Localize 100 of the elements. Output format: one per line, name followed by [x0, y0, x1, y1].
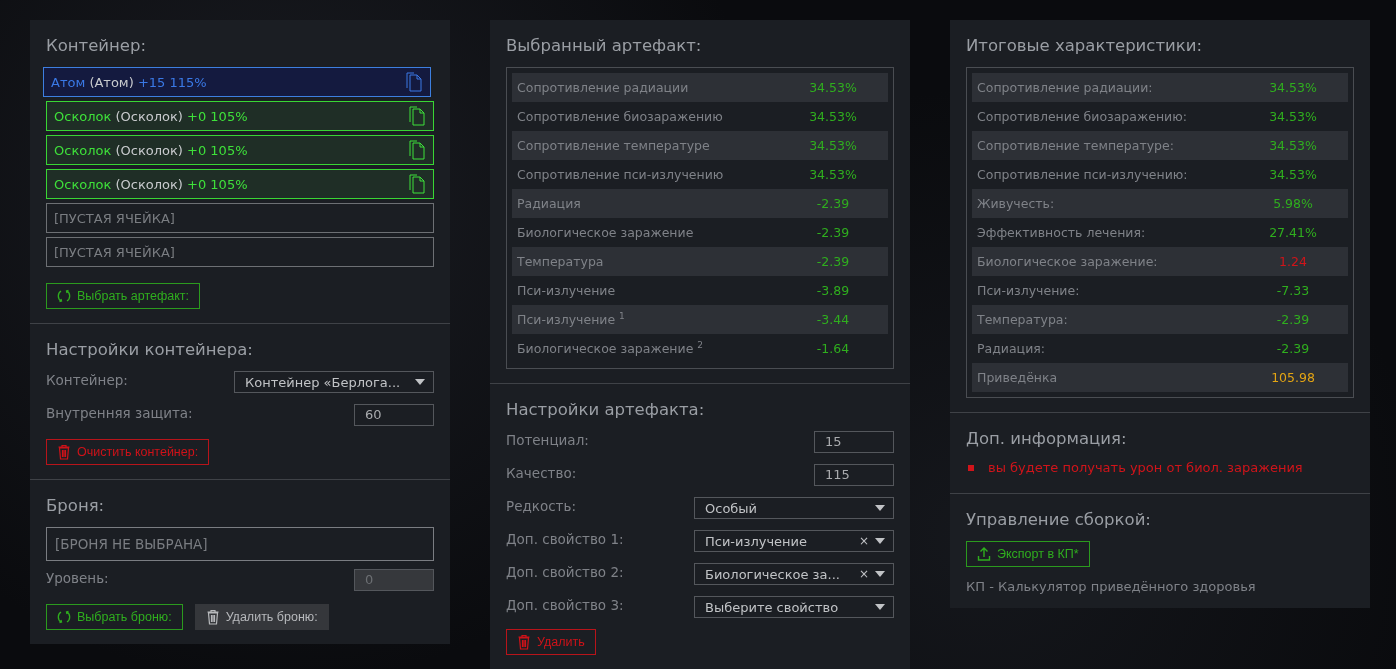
- artifact-slot[interactable]: Осколок (Осколок) +0 105%: [46, 169, 434, 199]
- stat-label: Живучесть:: [976, 196, 1056, 211]
- caret-icon: [875, 571, 885, 577]
- upload-icon: [977, 546, 991, 562]
- dropdown[interactable]: Особый: [694, 497, 894, 519]
- trash-icon: [517, 634, 531, 650]
- stat-value: 34.53%: [808, 138, 858, 153]
- stat-value: -2.39: [815, 254, 851, 269]
- section-title: Контейнер:: [46, 36, 148, 55]
- stat-label: Сопротивление биозаражению:: [976, 109, 1188, 124]
- stat-label: Сопротивление радиации:: [976, 80, 1154, 95]
- artifact-slot[interactable]: Осколок (Осколок) +0 105%: [46, 135, 434, 165]
- remove-button[interactable]: Удалить броню:: [194, 604, 329, 630]
- stat-label: Температура:: [976, 312, 1069, 327]
- stat-label: Приведёнка: [976, 370, 1059, 385]
- footnote: КП - Калькулятор приведённого здоровья: [966, 579, 1257, 594]
- stat-label: Биологическое заражение: [516, 225, 695, 240]
- stat-label: Сопротивление биозаражению: [516, 109, 724, 124]
- section-title: Настройки артефакта:: [506, 400, 706, 419]
- stat-value: 1.24: [1278, 254, 1308, 269]
- slot-label: Осколок (Осколок) +0 105%: [54, 176, 248, 192]
- dropdown[interactable]: Контейнер «Берлога...: [234, 371, 434, 393]
- stat-value: 105.98: [1270, 370, 1316, 385]
- field-label: Доп. свойство 2:: [506, 563, 624, 580]
- field-label: Контейнер:: [46, 371, 128, 388]
- stat-label: Пси-излучение: [516, 283, 617, 298]
- caret-icon: [875, 604, 885, 610]
- stat-value: -2.39: [815, 196, 851, 211]
- number-field[interactable]: 15: [814, 431, 894, 453]
- section-title: Выбранный артефакт:: [506, 36, 703, 55]
- stat-label: Сопротивление температуре:: [976, 138, 1175, 153]
- export-button[interactable]: Экспорт в КП*: [966, 541, 1090, 567]
- stat-value: -2.39: [815, 225, 851, 240]
- stat-label: Сопротивление радиации: [516, 80, 690, 95]
- section-title: Броня:: [46, 496, 106, 515]
- clear-button[interactable]: ×: [858, 567, 869, 581]
- select-button[interactable]: Выбрать артефакт:: [46, 283, 201, 309]
- stat-value: 34.53%: [808, 109, 858, 124]
- info-text: вы будете получать урон от биол. заражения: [988, 460, 1303, 475]
- stat-value: -1.64: [815, 341, 851, 356]
- copy-icon[interactable]: [407, 139, 427, 161]
- trash-icon: [57, 444, 71, 460]
- stat-label: Пси-излучение $^{1}$: [516, 311, 626, 328]
- caret-icon: [875, 505, 885, 511]
- stat-value: 34.53%: [1268, 109, 1318, 124]
- copy-icon[interactable]: [407, 173, 427, 195]
- field-label: Внутренняя защита:: [46, 404, 193, 421]
- stat-value: 34.53%: [1268, 167, 1318, 182]
- empty-slot[interactable]: [ПУСТАЯ ЯЧЕЙКА]: [46, 203, 434, 233]
- caret-icon: [875, 538, 885, 544]
- armor-slot[interactable]: [БРОНЯ НЕ ВЫБРАНА]: [46, 527, 434, 561]
- stat-label: Биологическое заражение:: [976, 254, 1159, 269]
- slot-label: Осколок (Осколок) +0 105%: [54, 142, 248, 158]
- trash-icon: [205, 609, 220, 625]
- dropdown[interactable]: Пси-излучение ×: [694, 530, 894, 552]
- copy-icon[interactable]: [404, 71, 424, 93]
- refresh-icon: [57, 288, 71, 304]
- stat-value: -3.44: [815, 312, 851, 327]
- empty-slot[interactable]: [ПУСТАЯ ЯЧЕЙКА]: [46, 237, 434, 267]
- stat-value: 5.98%: [1272, 196, 1314, 211]
- field-label: Доп. свойство 3:: [506, 596, 624, 613]
- stat-value: 34.53%: [1268, 80, 1318, 95]
- field-label: Качество:: [506, 464, 577, 481]
- caret-icon: [415, 379, 425, 385]
- slot-label: Осколок (Осколок) +0 105%: [54, 108, 248, 124]
- stat-value: 34.53%: [808, 80, 858, 95]
- section-title: Итоговые характеристики:: [966, 36, 1203, 55]
- section-title: Доп. информация:: [966, 429, 1128, 448]
- stat-value: 27.41%: [1268, 225, 1318, 240]
- stat-label: Радиация: [516, 196, 582, 211]
- copy-icon[interactable]: [407, 105, 427, 127]
- section-title: Настройки контейнера:: [46, 340, 254, 359]
- stat-value: -3.89: [815, 283, 851, 298]
- select-button[interactable]: Выбрать броню:: [46, 604, 183, 630]
- bullet-icon: [968, 464, 974, 471]
- field-label: Потенциал:: [506, 431, 589, 448]
- dropdown[interactable]: Выберите свойство: [694, 596, 894, 618]
- stat-label: Сопротивление пси-излучению:: [976, 167, 1189, 182]
- number-field[interactable]: 60: [354, 404, 434, 426]
- field-label: Уровень:: [46, 569, 109, 586]
- artifact-slot[interactable]: Атом (Атом) +15 115%: [43, 67, 431, 97]
- stat-value: -2.39: [1275, 312, 1311, 327]
- clear-button[interactable]: ×: [858, 534, 869, 548]
- stat-label: Эффективность лечения:: [976, 225, 1147, 240]
- stat-value: 34.53%: [1268, 138, 1318, 153]
- stat-label: Сопротивление пси-излучению: [516, 167, 725, 182]
- stat-label: Пси-излучение:: [976, 283, 1081, 298]
- stat-label: Температура: [516, 254, 605, 269]
- field-label: Доп. свойство 1:: [506, 530, 624, 547]
- slot-label: Атом (Атом) +15 115%: [51, 74, 207, 90]
- section-title: Управление сборкой:: [966, 510, 1152, 529]
- stat-label: Сопротивление температуре: [516, 138, 711, 153]
- number-field[interactable]: 115: [814, 464, 894, 486]
- stat-value: -2.39: [1275, 341, 1311, 356]
- field-label: Редкость:: [506, 497, 576, 514]
- artifact-slot[interactable]: Осколок (Осколок) +0 105%: [46, 101, 434, 131]
- stat-value: 34.53%: [808, 167, 858, 182]
- stat-label: Радиация:: [976, 341, 1046, 356]
- refresh-icon: [57, 609, 71, 625]
- dropdown[interactable]: Биологическое за... ×: [694, 563, 894, 585]
